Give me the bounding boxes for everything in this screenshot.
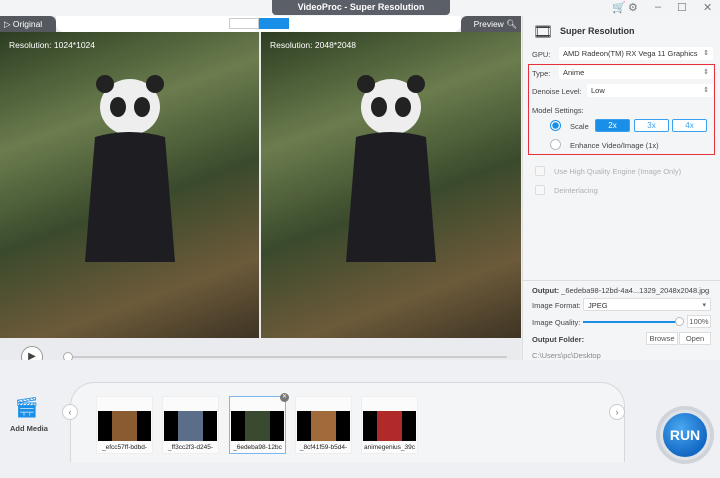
- single-view-button[interactable]: [229, 18, 259, 29]
- add-media-button[interactable]: Add Media: [10, 424, 48, 433]
- media-item-name: _8cf41f59-b5d4-: [299, 444, 348, 451]
- maximize-icon[interactable]: ☐: [677, 1, 687, 14]
- minimize-icon[interactable]: –: [655, 1, 661, 13]
- split-view-button[interactable]: [259, 18, 289, 29]
- panda-image: [346, 75, 436, 262]
- scale-3x-button[interactable]: 3x: [634, 119, 669, 132]
- deinterlacing-checkbox[interactable]: [535, 185, 545, 195]
- cart-icon[interactable]: 🛒: [612, 1, 626, 14]
- close-icon[interactable]: ✕: [703, 1, 712, 14]
- media-item[interactable]: _ff3cc2f3-d245-: [162, 396, 219, 454]
- title-bar: VideoProc - Super Resolution 🛒 ⚙ – ☐ ✕: [0, 0, 720, 16]
- upscaled-resolution: Resolution: 2048*2048: [270, 40, 357, 50]
- media-item-name: _efcc57ff-bdbd-: [101, 444, 148, 451]
- scroll-left-button[interactable]: ‹: [62, 404, 78, 420]
- add-media-icon[interactable]: 🎬︎: [14, 395, 39, 420]
- denoise-label: Denoise Level:: [532, 87, 582, 96]
- open-button[interactable]: Open: [679, 332, 711, 345]
- media-item-name: animegenius_39c: [364, 444, 415, 451]
- denoise-select[interactable]: Low ⇕: [587, 84, 713, 97]
- gpu-select[interactable]: AMD Radeon(TM) RX Vega 11 Graphics ⇕: [559, 47, 713, 60]
- type-value: Anime: [563, 68, 585, 77]
- gear-icon[interactable]: ⚙: [628, 1, 638, 14]
- output-filename: _6edeba98-12bd-4a4...1329_2048x2048.jpg: [561, 286, 710, 295]
- remove-item-icon[interactable]: ✕: [280, 393, 289, 402]
- scale-4x-button[interactable]: 4x: [672, 119, 707, 132]
- quality-value[interactable]: 100%: [687, 315, 711, 328]
- output-folder-label: Output Folder:: [532, 335, 585, 344]
- media-item[interactable]: _8cf41f59-b5d4-: [295, 396, 352, 454]
- browse-button[interactable]: Browse: [646, 332, 678, 345]
- run-button[interactable]: RUN: [660, 410, 710, 460]
- output-folder-path: C:\Users\pc\Desktop: [532, 351, 601, 360]
- format-value: JPEG: [588, 301, 608, 310]
- hq-engine-label: Use High Quality Engine (Image Only): [554, 167, 682, 176]
- media-item[interactable]: animegenius_39c: [361, 396, 418, 454]
- media-item-name: _6edeba98-12bc: [233, 444, 282, 451]
- settings-panel: 🎞 Super Resolution GPU: AMD Radeon(TM) R…: [522, 16, 720, 360]
- original-resolution: Resolution: 1024*1024: [9, 40, 96, 50]
- quality-slider-handle[interactable]: [675, 317, 684, 326]
- scale-radio[interactable]: [550, 120, 561, 131]
- media-item-selected[interactable]: _6edeba98-12bc ✕: [229, 393, 289, 454]
- image-format-label: Image Format:: [532, 301, 581, 310]
- gpu-label: GPU:: [532, 50, 551, 59]
- upscaled-preview: Resolution: 2048*2048: [261, 32, 521, 338]
- gpu-value: AMD Radeon(TM) RX Vega 11 Graphics: [563, 49, 698, 58]
- film-reel-icon: 🎞: [533, 24, 554, 41]
- image-format-select[interactable]: JPEG ▾: [583, 298, 711, 311]
- panel-title: Super Resolution: [560, 26, 635, 36]
- search-icon: 🔍︎: [506, 19, 517, 29]
- hq-engine-checkbox[interactable]: [535, 166, 545, 176]
- type-label: Type:: [532, 69, 551, 78]
- output-label: Output:: [532, 286, 560, 295]
- panda-image: [85, 75, 175, 262]
- scroll-right-button[interactable]: ›: [609, 404, 625, 420]
- image-quality-label: Image Quality:: [532, 318, 581, 327]
- media-item-name: _ff3cc2f3-d245-: [167, 444, 214, 451]
- window-title: VideoProc - Super Resolution: [272, 0, 450, 15]
- enhance-radio[interactable]: [550, 139, 561, 150]
- model-settings-label: Model Settings:: [532, 106, 584, 115]
- deinterlacing-label: Deinterlacing: [554, 186, 598, 195]
- seek-bar[interactable]: [67, 356, 507, 358]
- tab-preview[interactable]: Preview 🔍︎: [461, 16, 521, 32]
- media-tray-area: 🎬︎ Add Media ‹ › _efcc57ff-bdbd- _ff3cc2…: [0, 360, 720, 478]
- scale-2x-button[interactable]: 2x: [595, 119, 630, 132]
- original-preview: Resolution: 1024*1024: [0, 32, 259, 338]
- quality-slider[interactable]: [583, 321, 679, 323]
- scale-label: Scale: [570, 122, 589, 131]
- tab-original[interactable]: ▷ Original: [0, 16, 56, 32]
- preview-area: ▷ Original Preview 🔍︎ Resolution: 1024*1…: [0, 16, 521, 376]
- preview-label: Preview: [473, 19, 504, 29]
- enhance-label: Enhance Video/Image (1x): [570, 141, 659, 150]
- type-select[interactable]: Anime ⇕: [559, 66, 713, 79]
- media-item[interactable]: _efcc57ff-bdbd-: [96, 396, 153, 454]
- denoise-value: Low: [591, 86, 605, 95]
